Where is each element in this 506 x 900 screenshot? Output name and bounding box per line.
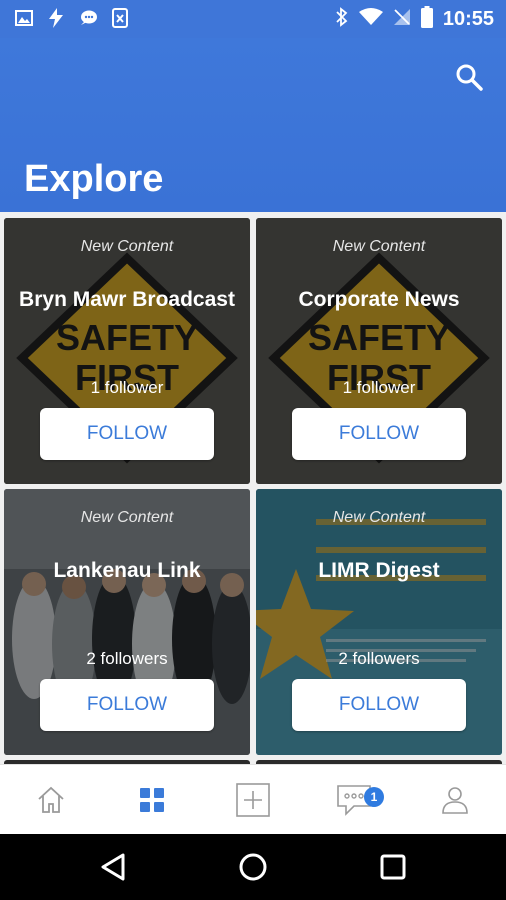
square-recents-icon: [380, 854, 406, 880]
follower-count: 2 followers: [338, 649, 420, 668]
bottom-nav: 1: [0, 764, 506, 835]
circle-home-icon: [239, 853, 267, 881]
wifi-icon: [358, 8, 383, 31]
clock: 10:55: [442, 8, 494, 30]
home-icon: [37, 786, 64, 813]
back-icon: [101, 853, 125, 881]
nav-home[interactable]: [0, 765, 101, 835]
spreadsheet-notification-icon: [110, 8, 130, 28]
follower-count: 2 followers: [86, 649, 168, 668]
new-content-label: New Content: [332, 238, 426, 255]
follow-button[interactable]: FOLLOW: [40, 408, 214, 460]
notification-icons: [14, 8, 130, 28]
channel-card[interactable]: SAFETY FIRST New Content Corporate News …: [256, 218, 502, 484]
follow-button[interactable]: FOLLOW: [292, 408, 466, 460]
nav-create[interactable]: [202, 765, 303, 835]
system-status: 10:55: [335, 6, 494, 33]
follow-button[interactable]: FOLLOW: [40, 679, 214, 731]
new-content-label: New Content: [80, 238, 174, 255]
new-content-label: New Content: [80, 509, 174, 526]
app-bar: Explore: [0, 38, 506, 212]
battery-icon: [420, 6, 433, 33]
channel-name: Bryn Mawr Broadcast: [19, 288, 235, 311]
chat-notification-icon: [78, 8, 98, 28]
follow-button[interactable]: FOLLOW: [292, 679, 466, 731]
profile-icon: [441, 787, 468, 814]
channel-name: Corporate News: [298, 288, 460, 311]
channel-name: Lankenau Link: [53, 559, 201, 582]
follower-count: 1 follower: [342, 378, 416, 397]
nav-explore[interactable]: [101, 765, 202, 835]
image-notification-icon: [14, 8, 34, 28]
follower-count: 1 follower: [90, 378, 164, 397]
grid-icon: [139, 788, 164, 812]
recents-button[interactable]: [373, 847, 413, 887]
back-button[interactable]: [93, 847, 133, 887]
system-nav-bar: [0, 834, 506, 900]
search-button[interactable]: [454, 62, 484, 92]
channel-card[interactable]: SAFETY FIRST New Content Bryn Mawr Broad…: [4, 218, 250, 484]
no-signal-icon: [393, 8, 411, 31]
add-post-icon: [235, 783, 270, 817]
bluetooth-icon: [335, 7, 349, 32]
channel-name: LIMR Digest: [318, 559, 440, 582]
channel-card[interactable]: New Content LIMR Digest 2 followers FOLL…: [256, 489, 502, 755]
status-bar: 10:55: [0, 0, 506, 38]
home-system-button[interactable]: [233, 847, 273, 887]
channel-card[interactable]: New Content Lankenau Link 2 followers FO…: [4, 489, 250, 755]
nav-messages[interactable]: 1: [303, 765, 404, 835]
flash-notification-icon: [46, 8, 66, 28]
search-icon: [456, 64, 483, 91]
nav-profile[interactable]: [404, 765, 505, 835]
explore-grid: SAFETY FIRST New Content Bryn Mawr Broad…: [0, 212, 506, 766]
page-title: Explore: [24, 158, 164, 200]
new-content-label: New Content: [332, 509, 426, 526]
unread-badge: 1: [364, 787, 384, 807]
